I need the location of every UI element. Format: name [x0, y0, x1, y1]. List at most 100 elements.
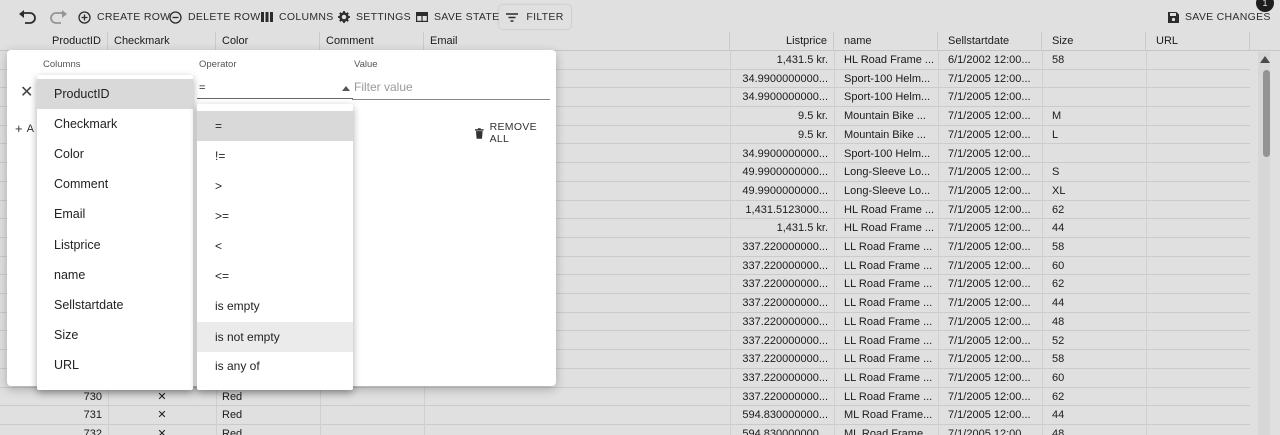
column-header-color[interactable]: Color [216, 32, 320, 51]
cell-name[interactable]: LL Road Frame ... [838, 257, 938, 275]
cell-name[interactable]: Long-Sleeve Lo... [838, 182, 938, 200]
cell-name[interactable]: Long-Sleeve Lo... [838, 163, 938, 181]
column-option-color[interactable]: Color [37, 139, 193, 169]
operator-select[interactable]: = [197, 77, 353, 99]
cell-listprice[interactable]: 49.9900000000... [730, 163, 834, 181]
cell-sellstartdate[interactable]: 7/1/2005 12:00... [942, 145, 1042, 163]
column-header-email[interactable]: Email [424, 32, 730, 51]
cell-size[interactable]: XL [1046, 182, 1146, 200]
cell-sellstartdate[interactable]: 7/1/2005 12:00... [942, 257, 1042, 275]
cell-color[interactable]: Red [216, 425, 320, 435]
cell-sellstartdate[interactable]: 7/1/2005 12:00... [942, 350, 1042, 368]
cell-sellstartdate[interactable]: 7/1/2005 12:00... [942, 238, 1042, 256]
cell-size[interactable] [1046, 88, 1146, 106]
column-header-productid[interactable]: ProductID [46, 32, 108, 51]
cell-name[interactable]: HL Road Frame ... [838, 51, 938, 69]
filter-button[interactable]: FILTER [499, 5, 571, 29]
column-option-url[interactable]: URL [37, 350, 193, 380]
column-header-sellstartdate[interactable]: Sellstartdate [942, 32, 1042, 51]
cell-sellstartdate[interactable]: 6/1/2002 12:00... [942, 51, 1042, 69]
remove-all-button[interactable]: REMOVE ALL [475, 121, 556, 145]
cell-name[interactable]: LL Road Frame ... [838, 238, 938, 256]
redo-button[interactable] [50, 7, 68, 27]
cell-sellstartdate[interactable]: 7/1/2005 12:00... [942, 369, 1042, 387]
cell-size[interactable]: 48 [1046, 313, 1146, 331]
column-header-checkmark[interactable]: Checkmark [108, 32, 216, 51]
close-icon[interactable]: ✕ [20, 82, 33, 102]
settings-button[interactable]: SETTINGS [338, 7, 411, 27]
cell-productid[interactable]: 732 [46, 425, 108, 435]
cell-color[interactable]: Red [216, 406, 320, 424]
cell-sellstartdate[interactable]: 7/1/2005 12:00... [942, 219, 1042, 237]
column-header-size[interactable]: Size [1046, 32, 1146, 51]
column-header-name[interactable]: name [838, 32, 938, 51]
column-option-listprice[interactable]: Listprice [37, 230, 193, 260]
operator-option-greater-equal[interactable]: >= [197, 201, 353, 231]
operator-option-greater[interactable]: > [197, 171, 353, 201]
cell-name[interactable]: LL Road Frame ... [838, 388, 938, 406]
cell-listprice[interactable]: 594.830000000... [730, 406, 834, 424]
cell-size[interactable]: 52 [1046, 332, 1146, 350]
cell-sellstartdate[interactable]: 7/1/2005 12:00... [942, 182, 1042, 200]
cell-listprice[interactable]: 34.9900000000... [730, 145, 834, 163]
cell-listprice[interactable]: 1,431.5 kr. [730, 51, 834, 69]
cell-listprice[interactable]: 594.830000000... [730, 425, 834, 435]
column-header-listprice[interactable]: Listprice [730, 32, 834, 51]
cell-listprice[interactable]: 49.9900000000... [730, 182, 834, 200]
cell-sellstartdate[interactable]: 7/1/2005 12:00... [942, 88, 1042, 106]
cell-sellstartdate[interactable]: 7/1/2005 12:00... [942, 201, 1042, 219]
column-header-comment[interactable]: Comment [320, 32, 424, 51]
cell-listprice[interactable]: 337.220000000... [730, 294, 834, 312]
cell-listprice[interactable]: 1,431.5 kr. [730, 219, 834, 237]
cell-listprice[interactable]: 337.220000000... [730, 257, 834, 275]
column-option-productid[interactable]: ProductID [37, 79, 193, 109]
cell-listprice[interactable]: 337.220000000... [730, 238, 834, 256]
cell-listprice[interactable]: 1,431.5123000... [730, 201, 834, 219]
cell-sellstartdate[interactable]: 7/1/2005 12:00... [942, 294, 1042, 312]
cell-size[interactable]: 58 [1046, 51, 1146, 69]
create-row-button[interactable]: CREATE ROW [78, 7, 170, 27]
cell-size[interactable]: 62 [1046, 388, 1146, 406]
cell-color[interactable]: Red [216, 388, 320, 406]
cell-sellstartdate[interactable]: 7/1/2005 12:00... [942, 313, 1042, 331]
operator-option-less-equal[interactable]: <= [197, 261, 353, 291]
delete-row-button[interactable]: DELETE ROW [169, 7, 260, 27]
cell-sellstartdate[interactable]: 7/1/2005 12:00... [942, 275, 1042, 293]
cell-checkmark[interactable]: ✕ [108, 406, 216, 424]
cell-name[interactable]: Mountain Bike ... [838, 126, 938, 144]
cell-listprice[interactable]: 9.5 kr. [730, 126, 834, 144]
cell-name[interactable]: LL Road Frame ... [838, 313, 938, 331]
cell-sellstartdate[interactable]: 7/1/2005 12:00... [942, 70, 1042, 88]
cell-sellstartdate[interactable]: 7/1/2005 12:00... [942, 388, 1042, 406]
cell-sellstartdate[interactable]: 7/1/2005 12:00... [942, 332, 1042, 350]
cell-name[interactable]: Mountain Bike ... [838, 107, 938, 125]
operator-option-is-any-of[interactable]: is any of [197, 351, 353, 381]
column-header-url[interactable]: URL [1150, 32, 1250, 51]
cell-listprice[interactable]: 9.5 kr. [730, 107, 834, 125]
operator-option-less[interactable]: < [197, 231, 353, 261]
cell-name[interactable]: LL Road Frame ... [838, 332, 938, 350]
operator-option-equals[interactable]: = [197, 111, 353, 141]
cell-size[interactable]: 60 [1046, 257, 1146, 275]
table-row[interactable]: 732 ✕ Red 594.830000000... ML Road Frame... 7… [0, 425, 1250, 435]
cell-name[interactable]: ML Road Frame... [838, 406, 938, 424]
cell-listprice[interactable]: 337.220000000... [730, 275, 834, 293]
cell-size[interactable]: M [1046, 107, 1146, 125]
column-option-name[interactable]: name [37, 260, 193, 290]
column-option-email[interactable]: Email [37, 199, 193, 229]
cell-listprice[interactable]: 34.9900000000... [730, 70, 834, 88]
cell-name[interactable]: ML Road Frame... [838, 425, 938, 435]
cell-name[interactable]: Sport-100 Helm... [838, 88, 938, 106]
add-filter-button[interactable]: + A [15, 121, 34, 136]
cell-name[interactable]: HL Road Frame ... [838, 219, 938, 237]
cell-listprice[interactable]: 337.220000000... [730, 313, 834, 331]
column-option-comment[interactable]: Comment [37, 169, 193, 199]
save-changes-button[interactable]: SAVE CHANGES [1168, 7, 1271, 27]
scroll-up-arrow-icon[interactable] [1260, 56, 1270, 63]
cell-productid[interactable]: 731 [46, 406, 108, 424]
column-option-size[interactable]: Size [37, 320, 193, 350]
operator-option-is-not-empty[interactable]: is not empty [197, 322, 353, 352]
cell-sellstartdate[interactable]: 7/1/2005 12:00... [942, 126, 1042, 144]
cell-size[interactable]: L [1046, 126, 1146, 144]
cell-listprice[interactable]: 337.220000000... [730, 369, 834, 387]
